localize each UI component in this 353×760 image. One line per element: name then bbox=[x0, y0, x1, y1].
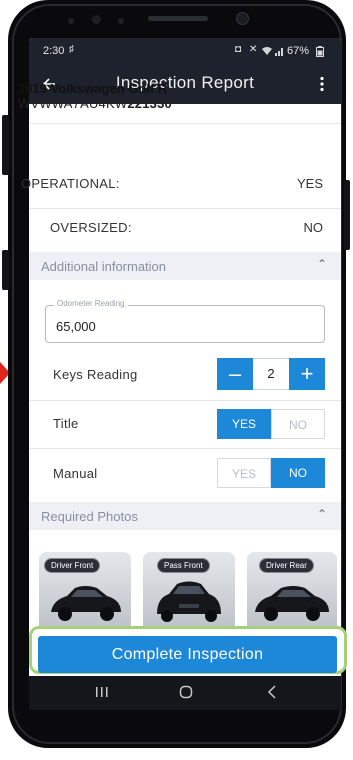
sensor-dot bbox=[68, 18, 74, 24]
chevron-up-icon[interactable]: ⌃ bbox=[317, 507, 327, 521]
title-toggle: YES NO bbox=[217, 409, 325, 439]
additional-info-header[interactable]: Additional information ⌃ bbox=[29, 252, 341, 280]
oversized-label: OVERSIZED: bbox=[50, 220, 132, 235]
home-icon[interactable] bbox=[179, 685, 193, 699]
signal-icon bbox=[275, 48, 283, 56]
vehicle-title: 2019 Volkswagen Golf R bbox=[18, 81, 168, 96]
vin-number: WVWWA7AU4KW221330 bbox=[18, 96, 172, 111]
photo-tag: Pass Front bbox=[157, 558, 210, 573]
keys-stepper: – 2 + bbox=[217, 358, 325, 390]
bixby-button bbox=[2, 250, 9, 290]
car-photo bbox=[157, 581, 221, 622]
more-vert-icon[interactable] bbox=[319, 76, 325, 92]
title-no-option[interactable]: NO bbox=[271, 409, 325, 439]
title-label: Title bbox=[53, 416, 79, 431]
complete-inspection-button[interactable]: Complete Inspection bbox=[38, 636, 337, 673]
photo-driver-front[interactable]: Driver Front bbox=[39, 552, 131, 634]
manual-no-option[interactable]: NO bbox=[271, 458, 325, 488]
photo-pass-front[interactable]: Pass Front bbox=[143, 552, 235, 634]
sensor-dot bbox=[118, 18, 124, 24]
photo-tag: Driver Front bbox=[44, 558, 101, 573]
divider bbox=[29, 400, 341, 401]
volume-button bbox=[2, 115, 9, 175]
front-camera bbox=[236, 12, 249, 25]
manual-yes-option[interactable]: YES bbox=[217, 458, 271, 488]
chevron-up-icon[interactable]: ⌃ bbox=[317, 257, 327, 271]
divider bbox=[29, 123, 341, 124]
divider bbox=[29, 448, 341, 449]
odometer-value: 65,000 bbox=[56, 319, 96, 334]
manual-toggle: YES NO bbox=[217, 458, 325, 488]
operational-label: OPERATIONAL: bbox=[21, 176, 120, 191]
clock: 2:30 bbox=[43, 45, 65, 57]
car-photo bbox=[255, 586, 329, 621]
required-photos-header[interactable]: Required Photos ⌃ bbox=[29, 502, 341, 530]
photo-driver-rear[interactable]: Driver Rear bbox=[247, 552, 337, 634]
keys-reading-label: Keys Reading bbox=[53, 367, 138, 382]
car-photo bbox=[51, 586, 121, 621]
keys-decrement-button[interactable]: – bbox=[217, 358, 253, 390]
mute-icon: ✕ bbox=[249, 44, 258, 55]
recents-icon[interactable] bbox=[95, 686, 109, 698]
battery-icon bbox=[316, 46, 324, 57]
sensor-dot bbox=[92, 15, 101, 24]
alarm-icon: ◘ bbox=[235, 44, 242, 55]
power-button bbox=[344, 180, 350, 250]
operational-value: YES bbox=[296, 176, 323, 191]
back-icon[interactable] bbox=[267, 685, 277, 699]
title-yes-option[interactable]: YES bbox=[217, 409, 271, 439]
battery-percent: 67% bbox=[287, 45, 310, 57]
odometer-field[interactable]: Odometer Reading 65,000 bbox=[45, 299, 325, 343]
odometer-label: Odometer Reading bbox=[54, 299, 128, 308]
divider bbox=[29, 208, 341, 209]
wifi-icon bbox=[262, 47, 272, 55]
vin-prefix: WVWWA7AU4KW bbox=[18, 96, 128, 111]
keys-increment-button[interactable]: + bbox=[289, 358, 325, 390]
speaker-grille bbox=[148, 16, 208, 21]
call-forward-icon: ♯ bbox=[69, 44, 74, 55]
keys-value: 2 bbox=[253, 358, 289, 390]
nav-bar bbox=[29, 676, 341, 710]
status-bar: 2:30 ♯ ◘ ✕ 67% bbox=[29, 38, 341, 64]
required-photos-label: Required Photos bbox=[41, 509, 138, 524]
oversized-value: NO bbox=[303, 220, 324, 235]
additional-info-label: Additional information bbox=[41, 259, 167, 274]
manual-label: Manual bbox=[53, 466, 98, 481]
vin-suffix: 221330 bbox=[127, 96, 172, 111]
photo-tag: Driver Rear bbox=[259, 558, 314, 573]
